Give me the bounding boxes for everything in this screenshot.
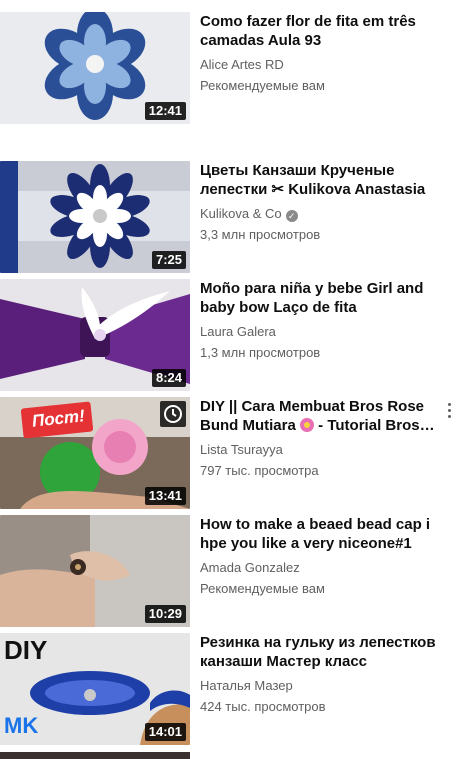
video-duration: 7:25 (151, 251, 186, 269)
channel-name[interactable]: Alice Artes RD (200, 56, 284, 74)
video-duration: 14:01 (144, 723, 186, 741)
video-thumbnail[interactable]: 8:24 (0, 279, 190, 391)
channel-name[interactable]: Kulikova & Co ✓ (200, 205, 298, 223)
video-duration: 8:24 (151, 369, 186, 387)
video-duration: 12:41 (144, 102, 186, 120)
video-item[interactable]: DIY MK 14:01 Резинка на гульку из лепест… (0, 633, 460, 745)
video-item[interactable]: Пост! 13:41 DIY || Cara Membuat Bros Ros… (0, 397, 460, 509)
channel-name[interactable]: Lista Tsurayya (200, 441, 283, 459)
video-meta: Рекомендуемые вам (200, 581, 325, 596)
verified-icon: ✓ (285, 210, 298, 222)
video-meta: Рекомендуемые вам (200, 78, 325, 93)
video-meta: 797 тыс. просмотра (200, 463, 319, 478)
video-thumbnail[interactable]: DIY MK 14:01 (0, 633, 190, 745)
more-options-icon[interactable] (444, 401, 454, 421)
video-title[interactable]: How to make a beaed bead cap i hpe you l… (200, 515, 440, 553)
video-title[interactable]: Como fazer flor de fita em três camadas … (200, 12, 440, 50)
video-thumbnail[interactable]: 10:29 (0, 515, 190, 627)
video-title[interactable]: Резинка на гульку из лепестков канзаши М… (200, 633, 440, 671)
channel-name[interactable]: Laura Galera (200, 323, 276, 341)
flower-icon (300, 418, 315, 432)
channel-name[interactable]: Наталья Мазер (200, 677, 293, 695)
video-meta: 3,3 млн просмотров (200, 227, 321, 242)
video-meta: 1,3 млн просмотров (200, 345, 321, 360)
clock-icon (164, 405, 182, 423)
thumb-mk-text: MK (4, 713, 39, 738)
video-item[interactable]: 10:29 How to make a beaed bead cap i hpe… (0, 515, 460, 627)
video-thumbnail[interactable]: Пост! 13:41 (0, 397, 190, 509)
video-item[interactable]: 8:24 Moño para niña y bebe Girl and baby… (0, 279, 460, 391)
video-duration: 10:29 (144, 605, 186, 623)
video-title[interactable]: Цветы Канзаши Крученые лепестки ✂ Kuliko… (200, 161, 440, 199)
video-title[interactable]: DIY || Cara Membuat Bros Rose Bund Mutia… (200, 397, 440, 435)
video-title[interactable]: Moño para niña y bebe Girl and baby bow … (200, 279, 440, 317)
video-thumbnail[interactable]: 12:41 (0, 12, 190, 124)
video-meta: 424 тыс. просмотров (200, 699, 326, 714)
watch-later-button[interactable] (160, 401, 186, 427)
video-item[interactable]: 7:25 Цветы Канзаши Крученые лепестки ✂ K… (0, 161, 460, 273)
thumb-diy-text: DIY (4, 635, 48, 665)
video-duration: 13:41 (144, 487, 186, 505)
video-thumbnail[interactable]: 7:25 (0, 161, 190, 273)
channel-name[interactable]: Amada Gonzalez (200, 559, 300, 577)
channel-label: Kulikova & Co (200, 206, 282, 221)
video-item[interactable]: 12:41 Como fazer flor de fita em três ca… (0, 12, 460, 124)
next-video-thumbnail[interactable] (0, 752, 190, 759)
